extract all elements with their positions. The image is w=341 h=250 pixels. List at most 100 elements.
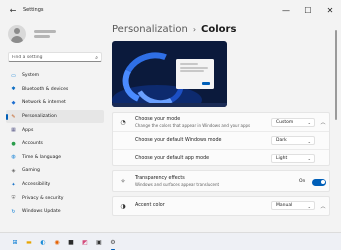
search-box[interactable]: ⌕ [8, 52, 102, 62]
chevron-down-icon: ⌄ [307, 120, 311, 125]
sidebar-item-accounts[interactable]: ● Accounts [6, 137, 104, 151]
active-app-indicator [111, 248, 115, 250]
transparency-row: ✧ Transparency effects Windows and surfa… [113, 171, 331, 193]
app-mode-title: Choose your default app mode [135, 155, 210, 161]
sidebar-item-windows-update[interactable]: ↻ Windows Update [6, 205, 104, 219]
palette-icon: ◔ [120, 118, 126, 126]
search-input[interactable] [12, 54, 92, 60]
app-icon[interactable]: ■ [66, 237, 76, 247]
collapse-chevron-icon[interactable]: ︿ [319, 202, 327, 210]
sidebar-item-gaming[interactable]: ◈ Gaming [6, 164, 104, 178]
sidebar-item-personalization[interactable]: ✎ Personalization [6, 109, 104, 124]
windows-mode-dropdown[interactable]: Dark ⌄ [271, 136, 315, 145]
window-title: Settings [23, 7, 44, 13]
mode-dropdown[interactable]: Custom ⌄ [271, 117, 315, 127]
theme-preview-image [112, 41, 227, 107]
accent-title: Accent color [135, 202, 165, 208]
app-mode-row: Choose your default app mode Light ⌄ [113, 150, 331, 166]
mode-dropdown-value: Custom [276, 119, 294, 125]
file-explorer-icon[interactable]: ▬ [24, 237, 34, 247]
sidebar-item-label: Apps [22, 127, 34, 133]
gaming-icon: ◈ [11, 167, 16, 174]
app-mode-value: Light [276, 155, 288, 161]
accent-card: ◑ Accent color Manual ⌄ ︿ [112, 196, 330, 216]
back-arrow-icon[interactable]: ← [6, 3, 20, 17]
sidebar-item-label: Bluetooth & devices [22, 86, 69, 92]
sidebar-item-label: Network & internet [22, 100, 66, 106]
windows-mode-value: Dark [276, 138, 287, 143]
bluetooth-icon: ✱ [11, 86, 16, 93]
sidebar-item-label: Time & language [22, 154, 62, 160]
transparency-icon: ✧ [120, 177, 126, 185]
sidebar: ⌕ ▭ System ✱ Bluetooth & devices ◆ Network & … [0, 20, 108, 232]
window-controls: — ☐ ✕ [275, 0, 341, 20]
preview-taskbar [112, 103, 227, 107]
collapse-chevron-icon[interactable]: ︿ [319, 118, 327, 126]
minimize-button[interactable]: — [275, 0, 297, 20]
shield-icon: ⛨ [11, 195, 16, 202]
windows-mode-title: Choose your default Windows mode [135, 138, 222, 143]
firefox-icon[interactable]: ◉ [52, 237, 62, 247]
scrollbar[interactable] [335, 30, 337, 120]
system-icon: ▭ [11, 72, 16, 79]
title-bar: ← Settings — ☐ ✕ [0, 0, 341, 20]
preview-text-line [180, 63, 198, 65]
sidebar-item-apps[interactable]: ▦ Apps [6, 123, 104, 137]
choose-mode-subtitle: Change the colors that appear in Windows… [135, 122, 251, 128]
photos-icon[interactable]: ◩ [80, 237, 90, 247]
preview-text-line [180, 70, 204, 72]
search-icon[interactable]: ⌕ [95, 55, 98, 61]
user-email-placeholder [34, 35, 50, 38]
sidebar-item-label: Gaming [22, 168, 40, 174]
page-title: Personalization › Colors [112, 24, 236, 35]
settings-icon[interactable]: ⚙ [108, 237, 118, 247]
user-info-redacted [34, 28, 56, 40]
taskbar: ⊞ ▬ ◐ ◉ ■ ◩ ▣ ⚙ [0, 232, 341, 250]
transparency-state-label: On [299, 179, 306, 184]
windows-start-icon[interactable]: ⊞ [10, 237, 20, 247]
sidebar-item-system[interactable]: ▭ System [6, 69, 104, 83]
close-button[interactable]: ✕ [319, 0, 341, 20]
breadcrumb-parent[interactable]: Personalization [112, 24, 188, 35]
sidebar-item-privacy-security[interactable]: ⛨ Privacy & security [6, 191, 104, 205]
accent-dropdown[interactable]: Manual ⌄ [271, 201, 315, 210]
sidebar-item-network-internet[interactable]: ◆ Network & internet [6, 96, 104, 110]
transparency-card: ✧ Transparency effects Windows and surfa… [112, 170, 330, 192]
accent-row[interactable]: ◑ Accent color Manual ⌄ ︿ [113, 197, 331, 215]
preview-accent-button [202, 82, 210, 85]
sidebar-nav: ▭ System ✱ Bluetooth & devices ◆ Network & in… [6, 69, 104, 219]
accounts-icon: ● [11, 140, 16, 147]
sidebar-item-label: Privacy & security [22, 195, 64, 201]
maximize-button[interactable]: ☐ [297, 0, 319, 20]
chevron-down-icon: ⌄ [307, 138, 311, 144]
sidebar-item-accessibility[interactable]: ✦ Accessibility [6, 178, 104, 192]
sidebar-item-label: Accounts [22, 141, 43, 147]
transparency-subtitle: Windows and surfaces appear translucent [135, 182, 220, 187]
chevron-down-icon: ⌄ [307, 203, 311, 209]
mode-card: ◔ Choose your mode Change the colors tha… [112, 112, 330, 166]
apps-icon: ▦ [11, 127, 16, 134]
sidebar-item-label: Windows Update [22, 209, 61, 215]
edge-icon[interactable]: ◐ [38, 237, 48, 247]
app-mode-dropdown[interactable]: Light ⌄ [271, 153, 315, 163]
sidebar-item-bluetooth-devices[interactable]: ✱ Bluetooth & devices [6, 83, 104, 97]
user-profile[interactable] [8, 25, 56, 43]
sidebar-item-label: Accessibility [22, 182, 51, 188]
sidebar-item-time-language[interactable]: ◍ Time & language [6, 151, 104, 165]
sidebar-item-label: Personalization [22, 114, 57, 120]
breadcrumb-separator-icon: › [192, 25, 197, 34]
choose-mode-title: Choose your mode [135, 116, 181, 122]
breadcrumb-current: Colors [201, 24, 237, 35]
preview-window [176, 59, 214, 89]
windows-mode-row: Choose your default Windows mode Dark ⌄ [113, 132, 331, 149]
sidebar-item-label: System [22, 73, 40, 79]
transparency-toggle[interactable] [312, 178, 326, 186]
terminal-icon[interactable]: ▣ [94, 237, 104, 247]
accent-color-icon: ◑ [120, 202, 126, 210]
accent-dropdown-value: Manual [276, 203, 293, 208]
choose-mode-row[interactable]: ◔ Choose your mode Change the colors tha… [113, 113, 331, 131]
accessibility-icon: ✦ [11, 181, 16, 188]
transparency-title: Transparency effects [135, 176, 185, 181]
update-icon: ↻ [11, 208, 16, 215]
brush-icon: ✎ [11, 113, 16, 120]
